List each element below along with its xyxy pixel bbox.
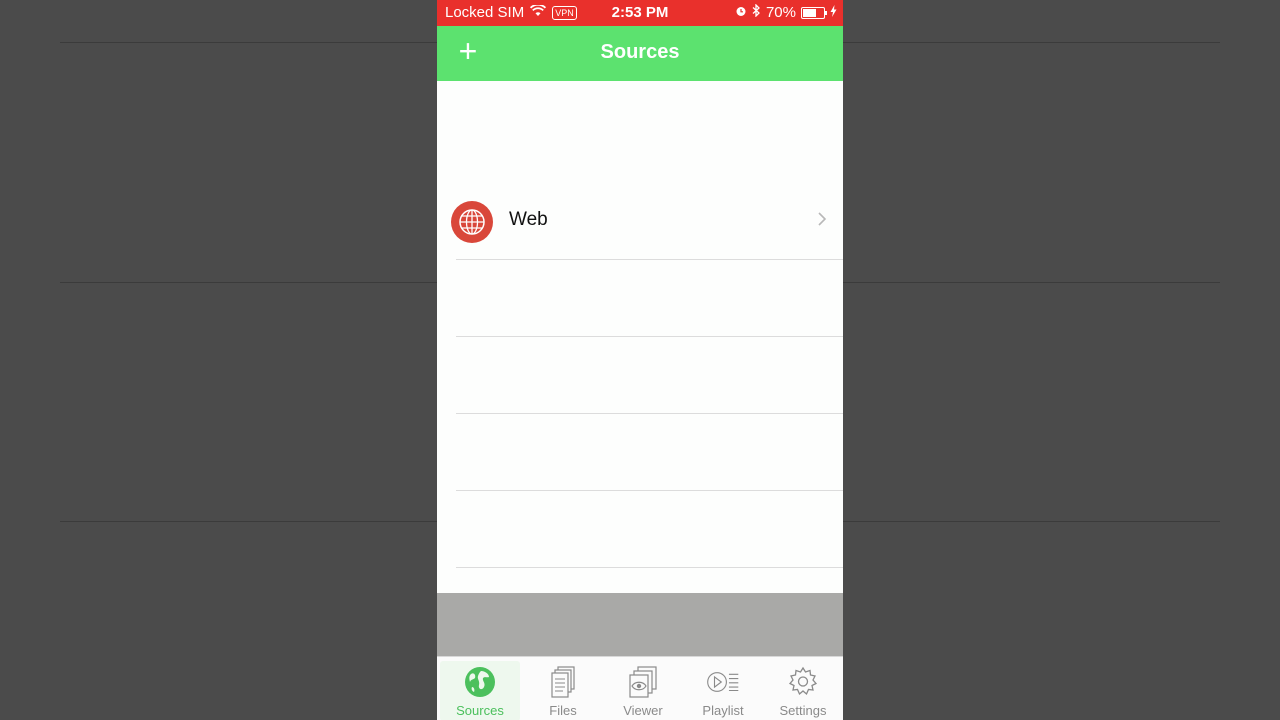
tab-label: Viewer bbox=[623, 703, 663, 718]
playlist-icon bbox=[706, 665, 740, 699]
tab-viewer[interactable]: Viewer bbox=[603, 657, 683, 720]
gear-icon bbox=[786, 665, 820, 699]
status-left: Locked SIM VPN bbox=[445, 3, 577, 21]
vpn-badge: VPN bbox=[552, 5, 577, 20]
files-icon bbox=[546, 665, 580, 699]
sources-list: Web bbox=[437, 183, 843, 568]
empty-row bbox=[456, 414, 843, 491]
charging-icon bbox=[830, 4, 837, 21]
status-right: 70% bbox=[735, 3, 837, 21]
tab-label: Sources bbox=[456, 703, 504, 718]
navigation-bar: + Sources bbox=[437, 26, 843, 81]
background-right bbox=[843, 0, 1280, 720]
tab-playlist[interactable]: Playlist bbox=[683, 657, 763, 720]
carrier-label: Locked SIM bbox=[445, 4, 525, 21]
tab-label: Playlist bbox=[702, 703, 744, 718]
source-label: Web bbox=[509, 209, 548, 230]
background-left bbox=[0, 0, 437, 720]
tab-settings[interactable]: Settings bbox=[763, 657, 843, 720]
phone-screen: Locked SIM VPN 2:53 PM 70% + Sources Web… bbox=[437, 0, 843, 720]
bluetooth-icon bbox=[752, 3, 761, 21]
battery-fill bbox=[803, 8, 817, 17]
battery-icon bbox=[801, 6, 827, 19]
globe-icon bbox=[451, 201, 493, 243]
source-row-web[interactable]: Web bbox=[451, 183, 843, 260]
bottom-placeholder-band bbox=[437, 593, 843, 656]
tab-bar: Sources Files Viewer Playlist Settings bbox=[437, 656, 843, 720]
tab-label: Files bbox=[549, 703, 577, 718]
wifi-icon bbox=[530, 3, 547, 21]
alarm-icon bbox=[735, 4, 747, 21]
tab-label: Settings bbox=[779, 703, 827, 718]
tab-sources[interactable]: Sources bbox=[440, 661, 520, 720]
battery-percent: 70% bbox=[765, 4, 796, 21]
viewer-icon bbox=[626, 665, 660, 699]
status-bar: Locked SIM VPN 2:53 PM 70% bbox=[437, 0, 843, 26]
tab-files[interactable]: Files bbox=[523, 657, 603, 720]
chevron-right-icon bbox=[817, 210, 827, 233]
empty-row bbox=[456, 260, 843, 337]
earth-icon bbox=[463, 665, 497, 699]
empty-row bbox=[456, 491, 843, 568]
page-title: Sources bbox=[600, 41, 680, 63]
empty-row bbox=[456, 337, 843, 414]
